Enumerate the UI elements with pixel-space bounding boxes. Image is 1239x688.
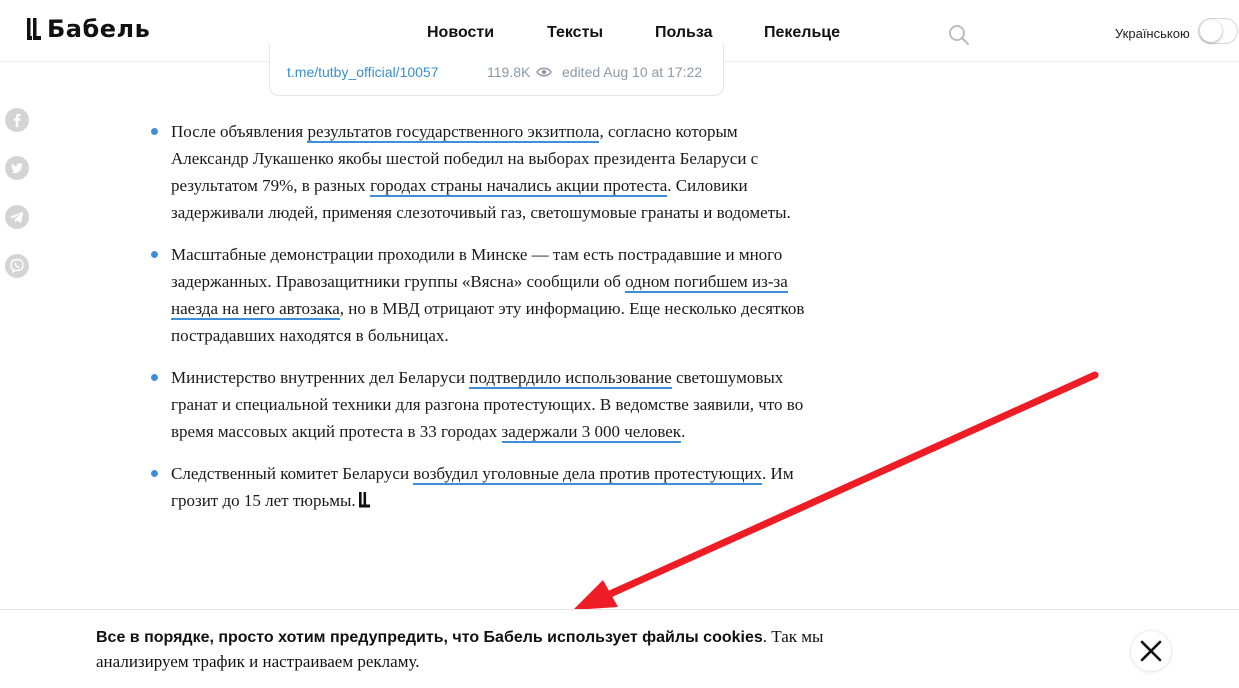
list-item: После объявления результатов государстве… (151, 118, 811, 226)
list-item: Масштабные демонстрации проходили в Минс… (151, 241, 811, 349)
nav-item-pekeltse[interactable]: Пекельце (764, 24, 840, 42)
babel-logo-icon (27, 18, 41, 40)
article-bullet-list: После объявления результатов государстве… (151, 118, 811, 529)
close-icon (1140, 640, 1162, 662)
telegram-view-count: 119.8K (487, 64, 531, 80)
article-link[interactable]: результатов государственного экзитпола (307, 122, 600, 143)
list-item: Министерство внутренних дел Беларуси под… (151, 364, 811, 445)
bullet-dot (151, 128, 158, 135)
language-label: Українською (1115, 26, 1190, 41)
babel-end-mark-icon (358, 492, 370, 508)
bullet-dot (151, 470, 158, 477)
nav-item-benefit[interactable]: Польза (655, 24, 713, 42)
telegram-edited-time: edited Aug 10 at 17:22 (562, 64, 703, 80)
text-segment: Министерство внутренних дел Беларуси (171, 368, 470, 387)
telegram-embed-footer: t.me/tutby_official/10057 119.8K edited … (269, 44, 724, 96)
logo-text: Бабель (47, 15, 151, 43)
text-segment: После объявления (171, 122, 308, 141)
text-segment: . (681, 422, 686, 441)
logo[interactable]: Бабель (25, 14, 150, 44)
cookie-banner: Все в порядке, просто хотим предупредить… (0, 609, 1239, 688)
article-link[interactable]: городах страны начались акции протеста (370, 176, 668, 197)
article-link[interactable]: возбудил уголовные дела против протестую… (413, 464, 763, 485)
nav-item-news[interactable]: Новости (427, 24, 494, 42)
bullet-dot (151, 374, 158, 381)
cookie-close-button[interactable] (1131, 631, 1171, 671)
telegram-icon[interactable] (5, 205, 29, 229)
article-link[interactable]: подтвердило использование (469, 368, 672, 389)
cookie-bold-text: Все в порядке, просто хотим предупредить… (96, 629, 763, 646)
eye-icon (536, 67, 552, 77)
cookie-message: Все в порядке, просто хотим предупредить… (96, 625, 856, 675)
telegram-post-link[interactable]: t.me/tutby_official/10057 (287, 64, 439, 80)
search-icon[interactable] (948, 24, 970, 46)
twitter-icon[interactable] (5, 156, 29, 180)
article-link[interactable]: задержали 3 000 человек (501, 422, 682, 443)
viber-icon[interactable] (5, 254, 29, 278)
toggle-knob (1200, 20, 1222, 42)
nav-item-texts[interactable]: Тексты (547, 24, 603, 42)
list-item: Следственный комитет Беларуси возбудил у… (151, 460, 811, 514)
text-segment: Следственный комитет Беларуси (171, 464, 414, 483)
facebook-icon[interactable] (5, 108, 29, 132)
language-toggle[interactable] (1198, 18, 1238, 44)
bullet-dot (151, 251, 158, 258)
